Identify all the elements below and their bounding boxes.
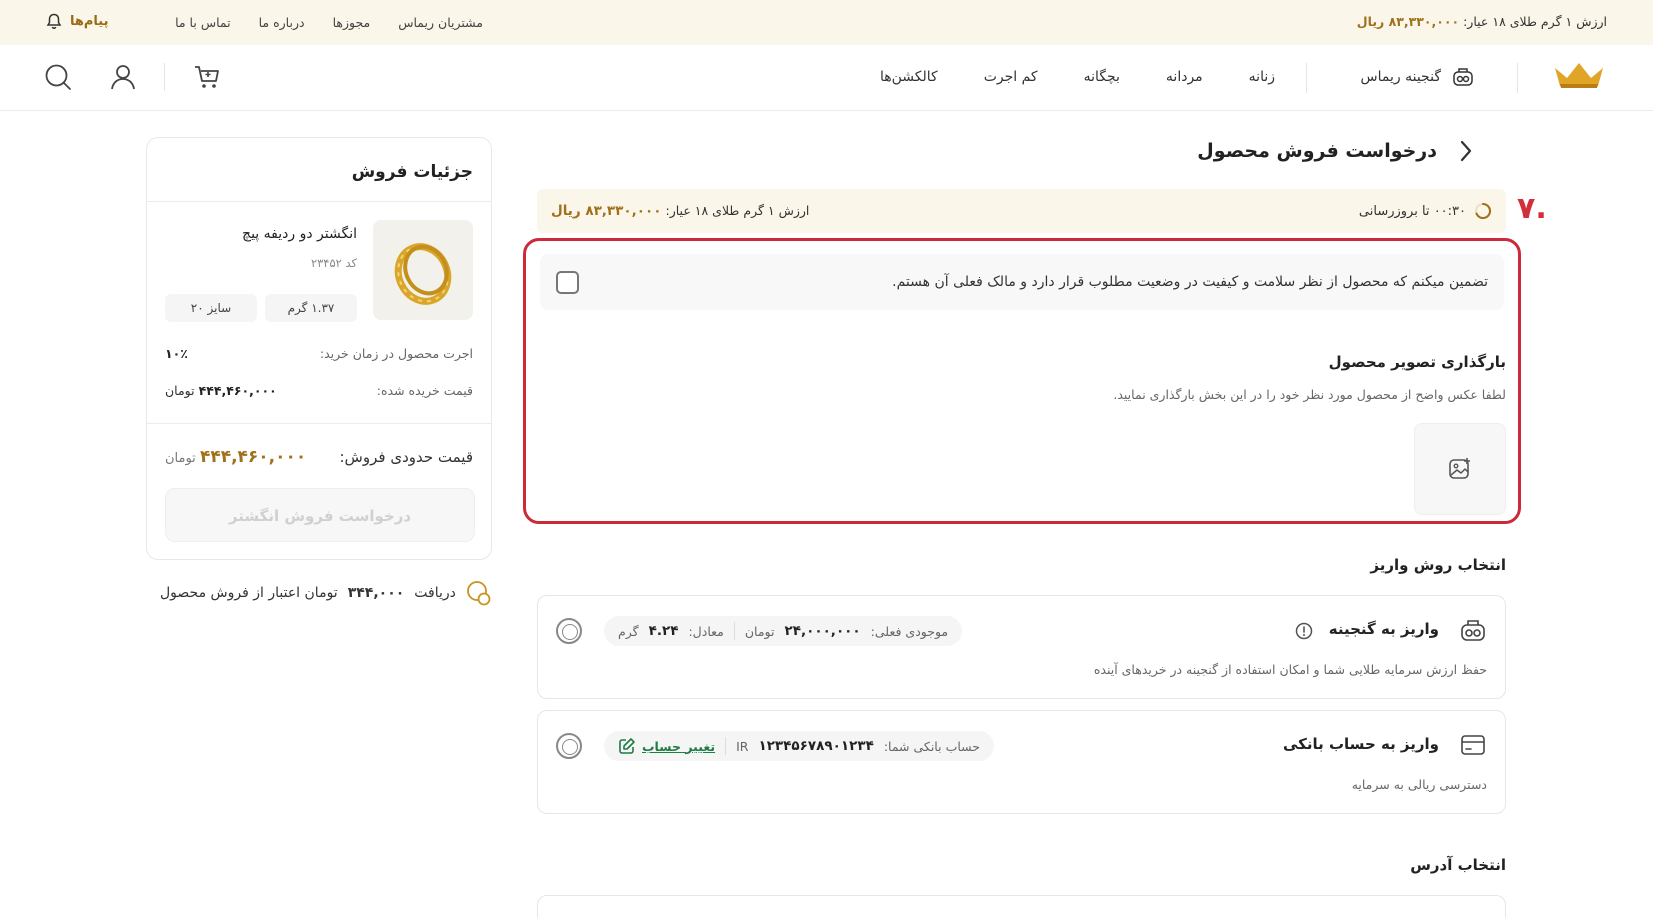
nav-women[interactable]: زنانه <box>1249 69 1275 85</box>
sale-details-title: جزئیات فروش <box>351 162 473 182</box>
credit-note: دریافت ۳۴۴,۰۰۰ تومان اعتبار از فروش محصو… <box>160 580 492 606</box>
messages-button[interactable]: پیام‌ها <box>46 13 109 30</box>
divider <box>147 201 491 202</box>
gold-rate-value: ۸۳,۳۳۰,۰۰۰ ریال <box>1356 14 1460 29</box>
link-customers[interactable]: مشتریان ریماس <box>398 15 483 30</box>
payment-option-title: واریز به گنجینه <box>1328 620 1439 638</box>
edit-icon <box>618 737 636 755</box>
bank-account-pill: حساب بانکی شما: ۱۲۳۴۵۶۷۸۹۰۱۲۳۴ IR تغییر … <box>604 731 995 761</box>
price-strip: ۰۰:۳۰ تا بروزرسانی ارزش ۱ گرم طلای ۱۸ عی… <box>537 189 1506 233</box>
image-upload-button[interactable] <box>1414 423 1506 515</box>
change-account-link[interactable]: تغییر حساب <box>618 737 715 755</box>
back-chevron-icon[interactable] <box>1459 140 1473 162</box>
treasure-balance-pill: موجودی فعلی: ۲۴,۰۰۰,۰۰۰ تومان معادل: ۴.۲… <box>604 616 963 646</box>
address-option[interactable] <box>537 895 1506 918</box>
payment-radio-bank[interactable] <box>556 733 582 759</box>
update-timer: ۰۰:۳۰ تا بروزرسانی <box>1359 202 1492 220</box>
product-code: کد ۲۳۴۵۲ <box>310 256 357 270</box>
search-icon[interactable] <box>44 63 72 91</box>
user-icon[interactable] <box>110 63 136 91</box>
gold-rate: ارزش ۱ گرم طلای ۱۸ عیار: ۸۳,۳۳۰,۰۰۰ ریال <box>1357 14 1607 29</box>
confirmation-text: تضمین میکنم که محصول از نظر سلامت و کیفی… <box>892 274 1488 290</box>
page-title-text: درخواست فروش محصول <box>1197 140 1437 162</box>
wage-value: ۱۰٪ <box>165 346 188 361</box>
product-size-chip: سایز ۲۰ <box>165 294 257 322</box>
treasure-icon <box>1451 66 1475 88</box>
confirmation-checkbox[interactable] <box>556 271 579 294</box>
bought-price-label: قیمت خریده شده: <box>376 383 473 398</box>
link-licenses[interactable]: مجوزها <box>333 15 371 30</box>
divider <box>147 423 491 424</box>
bell-icon <box>46 13 62 30</box>
ownership-confirmation[interactable]: تضمین میکنم که محصول از نظر سلامت و کیفی… <box>540 254 1504 310</box>
top-bar: ارزش ۱ گرم طلای ۱۸ عیار: ۸۳,۳۳۰,۰۰۰ ریال… <box>0 0 1653 45</box>
payment-method-title: انتخاب روش واریز <box>1370 556 1506 574</box>
submit-sale-button[interactable]: درخواست فروش انگشتر <box>165 488 475 542</box>
estimated-price-value: ۴۴۴,۴۶۰,۰۰۰ تومان <box>165 447 307 467</box>
header-icons <box>44 63 221 91</box>
payment-option-desc: حفظ ارزش سرمایه طلایی شما و امکان استفاد… <box>1093 662 1487 677</box>
upload-description: لطفا عکس واضح از محصول مورد نظر خود را د… <box>1113 387 1506 402</box>
treasure-link[interactable]: گنجینه ریماس <box>1361 66 1475 88</box>
add-image-icon <box>1447 456 1473 482</box>
credit-value: ۳۴۴,۰۰۰ <box>347 585 405 601</box>
address-title: انتخاب آدرس <box>1410 856 1506 874</box>
header-divider <box>1306 63 1307 93</box>
cart-icon[interactable] <box>193 64 221 90</box>
info-icon[interactable] <box>1295 622 1313 640</box>
strip-gold-rate: ارزش ۱ گرم طلای ۱۸ عیار: ۸۳,۳۳۰,۰۰۰ ریال <box>551 203 810 219</box>
payment-option-treasure[interactable]: واریز به گنجینه حفظ ارزش سرمایه طلایی شم… <box>537 595 1506 699</box>
product-name: انگشتر دو ردیفه پیچ <box>242 226 357 242</box>
credit-suffix: تومان اعتبار از فروش محصول <box>160 585 338 601</box>
icon-divider <box>164 63 165 91</box>
payment-option-title: واریز به حساب بانکی <box>1282 735 1439 753</box>
page-title: درخواست فروش محصول <box>1197 140 1473 162</box>
estimated-price-label: قیمت حدودی فروش: <box>339 448 474 466</box>
payment-radio-treasure[interactable] <box>556 618 582 644</box>
main-header: گنجینه ریماس زنانه مردانه بچگانه کم اجرت… <box>0 45 1653 111</box>
messages-label: پیام‌ها <box>70 14 109 29</box>
nav-low-wage[interactable]: کم اجرت <box>984 69 1038 85</box>
top-links: مشتریان ریماس مجوزها درباره ما تماس با م… <box>175 15 483 30</box>
bought-price-value: ۴۴۴,۴۶۰,۰۰۰ تومان <box>165 383 277 398</box>
nav-kids[interactable]: بچگانه <box>1084 69 1120 85</box>
main-nav: زنانه مردانه بچگانه کم اجرت کالکشن‌ها <box>880 69 1275 85</box>
bank-card-icon <box>1459 733 1487 757</box>
timer-text: ۰۰:۳۰ تا بروزرسانی <box>1358 203 1466 219</box>
nav-collections[interactable]: کالکشن‌ها <box>880 69 938 85</box>
payment-option-desc: دسترسی ریالی به سرمایه <box>1351 777 1487 792</box>
wage-label: اجرت محصول در زمان خرید: <box>319 346 473 361</box>
coins-icon <box>466 580 492 606</box>
header-divider <box>1517 63 1518 93</box>
gold-rate-label: ارزش ۱ گرم طلای ۱۸ عیار: <box>1463 14 1607 29</box>
product-image <box>373 220 473 320</box>
crown-logo-icon[interactable] <box>1551 60 1607 90</box>
payment-option-bank[interactable]: واریز به حساب بانکی دسترسی ریالی به سرما… <box>537 710 1506 814</box>
link-about[interactable]: درباره ما <box>259 15 305 30</box>
treasure-icon <box>1459 618 1487 644</box>
treasure-label: گنجینه ریماس <box>1360 69 1441 85</box>
nav-men[interactable]: مردانه <box>1166 69 1203 85</box>
product-weight-chip: ۱.۳۷ گرم <box>265 294 357 322</box>
upload-title: بارگذاری تصویر محصول <box>1328 353 1506 371</box>
credit-prefix: دریافت <box>414 585 456 601</box>
timer-spinner-icon <box>1474 202 1492 220</box>
link-contact[interactable]: تماس با ما <box>175 15 231 30</box>
step-number: .۷ <box>1517 191 1547 226</box>
sale-details-card: جزئیات فروش انگشتر دو ردیفه پیچ کد ۲۳۴۵۲… <box>146 137 492 560</box>
